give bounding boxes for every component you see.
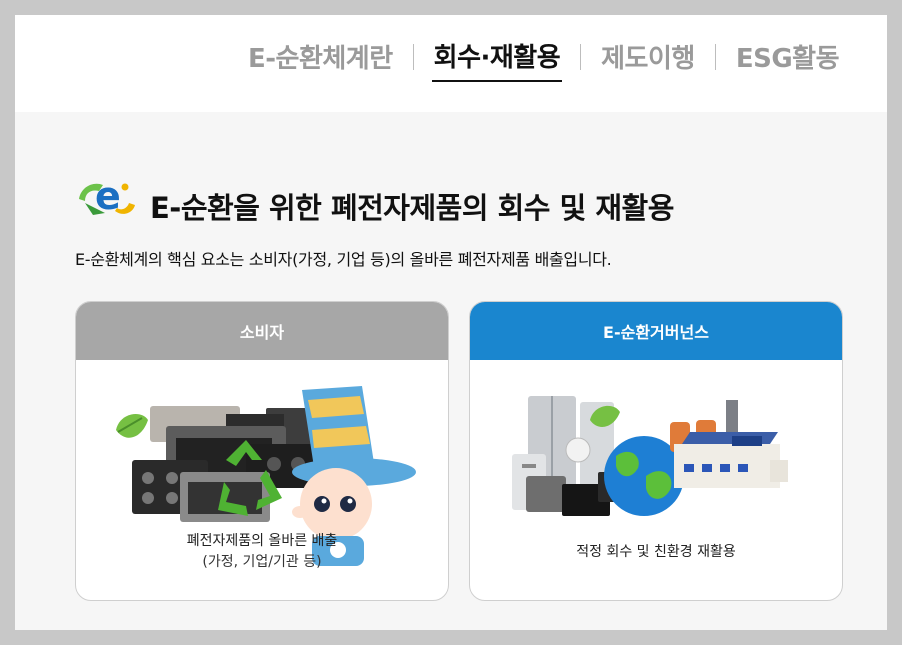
- tab-collection-recycling[interactable]: 회수·재활용: [431, 37, 563, 82]
- appliances-earth-factory-illustration: [512, 396, 788, 516]
- tab-divider: [714, 43, 716, 70]
- tab-bar: E-순환체계란 회수·재활용 제도이행 ESG활동: [246, 37, 841, 82]
- consumer-caption-line1: 폐전자제품의 올바른 배출: [186, 533, 338, 549]
- consumer-caption-line2: (가정, 기업/기관 등): [202, 554, 322, 570]
- e-recycle-logo-icon: e: [79, 174, 135, 218]
- section-title: E-순환을 위한 폐전자제품의 회수 및 재활용: [150, 191, 674, 225]
- consumer-card: 소비자 폐전자제품의 올바른 배출 (가정, 기업/기관 등): [75, 301, 449, 601]
- consumer-card-header: 소비자: [76, 302, 448, 360]
- governance-caption: 적정 회수 및 친환경 재활용: [576, 544, 736, 560]
- tab-divider: [412, 43, 414, 70]
- governance-card-header: E-순환거버넌스: [470, 302, 842, 360]
- tab-e-circulation-system[interactable]: E-순환체계란: [246, 38, 395, 81]
- page-frame: E-순환체계란 회수·재활용 제도이행 ESG활동 e E-순환을 위한 폐전자…: [15, 15, 887, 630]
- tab-system-compliance[interactable]: 제도이행: [599, 38, 697, 81]
- tab-esg-activities[interactable]: ESG활동: [734, 38, 841, 81]
- section-description: E-순환체계의 핵심 요소는 소비자(가정, 기업 등)의 올바른 폐전자제품 …: [75, 250, 612, 269]
- top-navigation: E-순환체계란 회수·재활용 제도이행 ESG활동: [15, 15, 887, 112]
- governance-card: E-순환거버넌스 적정 회수 및 친환경 재활용: [469, 301, 843, 601]
- tab-divider: [580, 43, 582, 70]
